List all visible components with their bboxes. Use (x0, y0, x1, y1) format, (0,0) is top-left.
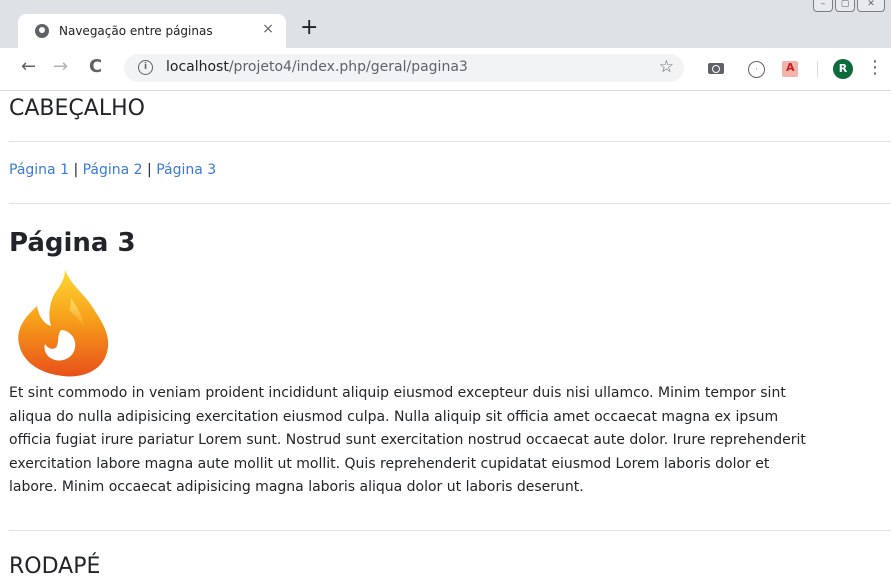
site-footer: RODAPÉ (9, 554, 101, 579)
paragraph-line: officia fugiat irure pariatur Lorem sunt… (9, 432, 806, 448)
nav-divider (9, 203, 891, 204)
nav-separator: | (73, 162, 79, 178)
window-controls: – ▢ ✕ (813, 0, 885, 14)
site-header: CABEÇALHO (9, 96, 145, 121)
address-bar[interactable]: i localhost/projeto4/index.php/geral/pag… (124, 54, 684, 82)
header-divider (9, 141, 891, 142)
footer-divider (9, 530, 891, 531)
avatar[interactable]: R (833, 59, 853, 79)
browser-tab[interactable]: Navegação entre páginas × (18, 14, 286, 48)
close-icon[interactable]: × (262, 21, 274, 37)
page-viewport: CABEÇALHO Página 1 | Página 2 | Página 3… (0, 90, 891, 585)
maximize-button[interactable]: ▢ (835, 0, 855, 12)
paragraph-line: Et sint commodo in veniam proident incid… (9, 385, 786, 401)
tab-title: Navegação entre páginas (59, 24, 213, 38)
url-path: /projeto4/index.php/geral/pagina3 (228, 59, 468, 75)
codeigniter-flame-logo-icon (18, 270, 109, 377)
flame-outer (18, 270, 109, 377)
camera-icon[interactable] (708, 61, 724, 75)
page-nav: Página 1 | Página 2 | Página 3 (9, 162, 216, 178)
kebab-menu-icon[interactable]: ⋮ (866, 58, 884, 78)
paragraph-line: labore. Minim occaecat adipisicing magna… (9, 479, 584, 495)
page-title: Página 3 (9, 228, 136, 258)
nav-separator: | (147, 162, 152, 178)
minimize-button[interactable]: – (813, 0, 833, 12)
paragraph-line: aliqua do nulla adipisicing exercitation… (9, 408, 779, 425)
back-icon[interactable]: ← (21, 56, 36, 78)
reload-icon[interactable]: C (89, 56, 102, 78)
pdf-icon[interactable] (782, 61, 798, 77)
extension-icon[interactable]: · (748, 61, 765, 78)
nav-link-pagina-2[interactable]: Página 2 (83, 162, 143, 178)
url-host: localhost (166, 59, 229, 75)
paragraph-line: exercitation labore magna aute mollit ut… (9, 455, 770, 472)
browser-toolbar: ← → C i localhost/projeto4/index.php/ger… (0, 48, 891, 91)
info-icon[interactable]: i (138, 60, 153, 75)
nav-link-pagina-1[interactable]: Página 1 (9, 162, 69, 178)
forward-icon[interactable]: → (53, 56, 68, 78)
nav-link-pagina-3[interactable]: Página 3 (156, 162, 216, 178)
star-icon[interactable]: ☆ (659, 57, 674, 77)
close-window-button[interactable]: ✕ (857, 0, 885, 12)
url-text[interactable]: localhost/projeto4/index.php/geral/pagin… (166, 59, 468, 75)
page-paragraph: Et sint commodo in veniam proident incid… (9, 382, 891, 500)
toolbar-separator (817, 61, 818, 77)
globe-icon (35, 24, 49, 38)
browser-chrome: – ▢ ✕ Navegação entre páginas × + ← → C … (0, 0, 891, 91)
new-tab-button[interactable]: + (300, 17, 318, 39)
